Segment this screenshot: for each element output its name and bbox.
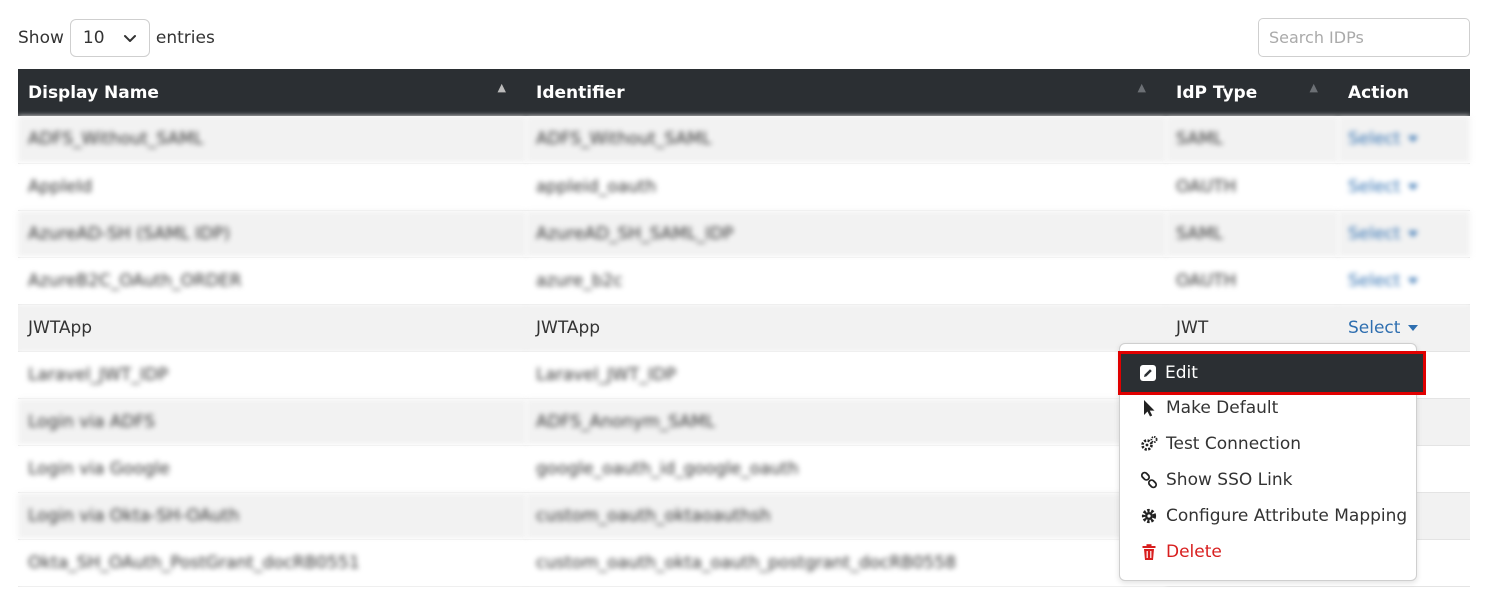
display-name-cell: AzureAD-SH (SAML IDP) — [18, 210, 526, 258]
display-name-cell: Okta_SH_OAuth_PostGrant_docRB0551 — [18, 539, 526, 587]
cogs-icon — [1141, 436, 1158, 451]
column-header-display-name[interactable]: Display Name ▲ — [18, 69, 526, 116]
identifier-cell: AzureAD_SH_SAML_IDP — [526, 210, 1166, 258]
link-icon — [1140, 471, 1158, 489]
menu-item-edit[interactable]: Edit — [1118, 351, 1426, 395]
identifier-cell: ADFS_Anonym_SAML — [526, 398, 1166, 446]
table-row: AppleId appleid_oauth OAUTH Select — [18, 163, 1470, 211]
identifier-cell: azure_b2c — [526, 257, 1166, 305]
display-name-cell: AppleId — [18, 163, 526, 211]
cursor-icon — [1144, 400, 1155, 417]
sort-icon: ▲ — [1137, 81, 1146, 94]
identifier-cell: appleid_oauth — [526, 163, 1166, 211]
idp-type-cell: OAUTH — [1166, 257, 1338, 305]
identifier-cell: JWTApp — [526, 304, 1166, 352]
trash-icon — [1142, 544, 1156, 560]
menu-item-make-default[interactable]: Make Default — [1126, 391, 1412, 425]
display-name-cell: JWTApp — [18, 304, 526, 352]
idp-type-cell: SAML — [1166, 210, 1338, 258]
identifier-cell: ADFS_Without_SAML — [526, 116, 1166, 164]
menu-item-show-sso-link[interactable]: Show SSO Link — [1126, 463, 1412, 497]
show-label: Show — [18, 28, 64, 48]
gear-icon — [1141, 508, 1157, 524]
caret-down-icon — [1408, 230, 1419, 237]
display-name-cell: ADFS_Without_SAML — [18, 116, 526, 164]
table-row: AzureAD-SH (SAML IDP) AzureAD_SH_SAML_ID… — [18, 210, 1470, 258]
entries-value: 10 — [82, 28, 105, 48]
column-header-idp-type[interactable]: IdP Type ▲ — [1166, 69, 1338, 116]
sort-icon: ▲ — [1309, 81, 1318, 94]
action-dropdown-menu: Edit Make Default Test Connection Show S… — [1118, 343, 1426, 581]
action-cell: Select — [1338, 210, 1470, 258]
caret-down-icon — [1408, 183, 1419, 190]
identifier-cell: custom_oauth_oktaoauthsh — [526, 492, 1166, 540]
chevron-down-icon — [123, 35, 136, 42]
caret-down-icon — [1408, 277, 1419, 284]
entries-per-page-select[interactable]: 10 — [69, 19, 150, 57]
idp-type-cell: OAUTH — [1166, 163, 1338, 211]
select-dropdown-button[interactable]: Select — [1348, 129, 1419, 149]
menu-item-configure-attribute-mapping[interactable]: Configure Attribute Mapping — [1126, 499, 1412, 533]
display-name-cell: AzureB2C_OAuth_ORDER — [18, 257, 526, 305]
menu-item-test-connection[interactable]: Test Connection — [1126, 427, 1412, 461]
action-cell: Select — [1338, 116, 1470, 164]
select-dropdown-button[interactable]: Select — [1348, 177, 1419, 197]
table-controls: Show 10 entries — [18, 18, 1470, 58]
display-name-cell: Laravel_JWT_IDP — [18, 351, 526, 399]
display-name-cell: Login via Google — [18, 445, 526, 493]
select-dropdown-button[interactable]: Select — [1348, 224, 1419, 244]
menu-item-delete[interactable]: Delete — [1126, 535, 1412, 569]
caret-down-icon — [1408, 136, 1419, 143]
caret-down-icon — [1408, 324, 1419, 331]
identifier-cell: custom_oauth_okta_oauth_postgrant_docRB0… — [526, 539, 1166, 587]
idp-type-cell: SAML — [1166, 116, 1338, 164]
entries-label: entries — [155, 28, 215, 48]
action-cell: Select — [1338, 257, 1470, 305]
select-dropdown-button[interactable]: Select — [1348, 271, 1419, 291]
identifier-cell: google_oauth_id_google_oauth — [526, 445, 1166, 493]
table-row: AzureB2C_OAuth_ORDER azure_b2c OAUTH Sel… — [18, 257, 1470, 305]
display-name-cell: Login via ADFS — [18, 398, 526, 446]
table-row: ADFS_Without_SAML ADFS_Without_SAML SAML… — [18, 116, 1470, 164]
action-cell: Select — [1338, 163, 1470, 211]
table-header-row: Display Name ▲ Identifier ▲ IdP Type ▲ Acti… — [18, 69, 1470, 116]
length-control: Show 10 entries — [18, 18, 215, 58]
column-header-identifier[interactable]: Identifier ▲ — [526, 69, 1166, 116]
select-dropdown-button[interactable]: Select — [1348, 318, 1419, 338]
search-idps-input[interactable] — [1258, 18, 1470, 57]
display-name-cell: Login via Okta-SH-OAuth — [18, 492, 526, 540]
column-header-action: Action — [1338, 69, 1470, 116]
edit-icon — [1140, 365, 1156, 381]
sort-asc-icon: ▲ — [497, 81, 506, 94]
identifier-cell: Laravel_JWT_IDP — [526, 351, 1166, 399]
